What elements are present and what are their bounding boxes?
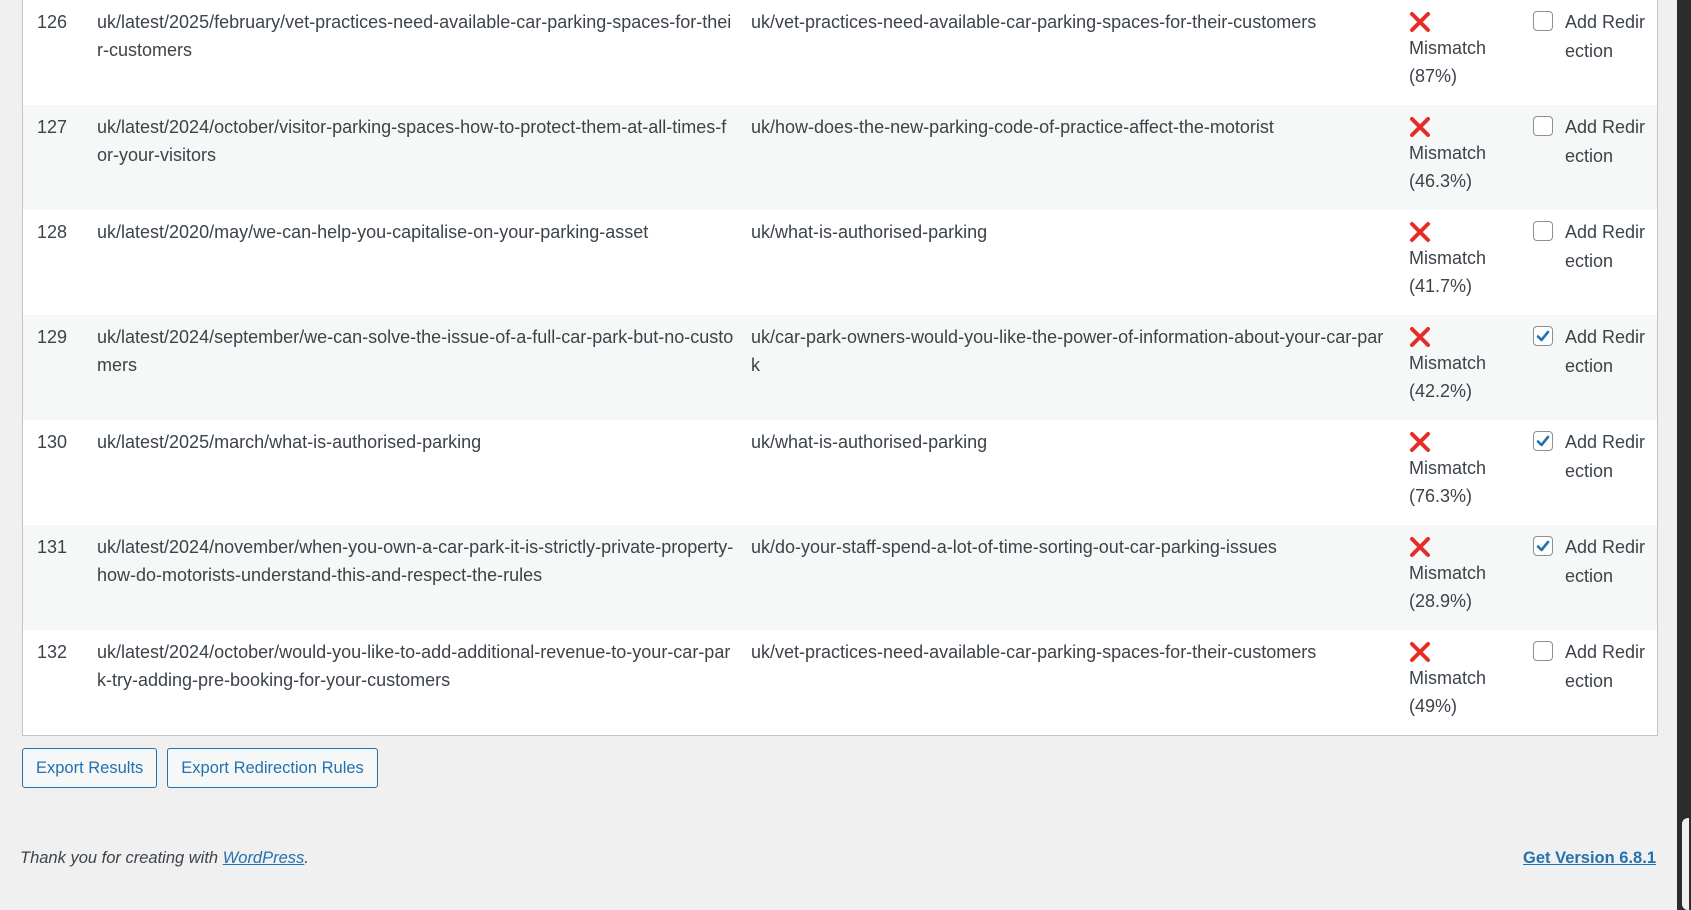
checkmark-icon [1536, 435, 1550, 447]
page: 126 uk/latest/2025/february/vet-practices… [0, 0, 1691, 910]
match-status-cell: Mismatch (46.3%) [1400, 105, 1529, 210]
footer-thank-you: Thank you for creating with WordPress. [20, 849, 309, 868]
footer-thanks-suffix: . [304, 849, 309, 867]
match-score: (76.3%) [1409, 486, 1473, 506]
redirection-action-cell: Add Redirection [1529, 630, 1657, 735]
cross-mark-icon [1410, 327, 1430, 347]
row-number: 126 [37, 12, 68, 32]
match-score: (42.2%) [1409, 381, 1473, 401]
cross-mark-icon [1410, 642, 1430, 662]
redirection-action-cell: Add Redirection [1529, 525, 1657, 630]
match-status-label: Mismatch [1409, 143, 1487, 163]
row-number: 129 [37, 327, 68, 347]
match-score: (46.3%) [1409, 171, 1473, 191]
add-redirection-label: Add Redirection [1565, 117, 1646, 166]
results-table-body: 126 uk/latest/2025/february/vet-practices… [23, 0, 1657, 735]
source-url: uk/latest/2020/may/we-can-help-you-capit… [97, 222, 649, 242]
redirection-action-cell: Add Redirection [1529, 420, 1657, 525]
row-number: 127 [37, 117, 68, 137]
add-redirection-label: Add Redirection [1565, 222, 1646, 271]
checkmark-icon [1536, 540, 1550, 552]
target-url: uk/vet-practices-need-available-car-park… [751, 642, 1317, 662]
wordpress-link[interactable]: WordPress [223, 849, 305, 867]
add-redirection-checkbox[interactable] [1533, 536, 1553, 556]
footer-thanks-prefix: Thank you for creating with [20, 849, 223, 867]
redirection-action-cell: Add Redirection [1529, 315, 1657, 420]
add-redirection-label: Add Redirection [1565, 642, 1646, 691]
add-redirection-checkbox[interactable] [1533, 641, 1553, 661]
add-redirection-label: Add Redirection [1565, 327, 1646, 376]
add-redirection-checkbox[interactable] [1533, 326, 1553, 346]
match-status-cell: Mismatch (42.2%) [1400, 315, 1529, 420]
cross-mark-icon [1410, 117, 1430, 137]
match-status-cell: Mismatch (28.9%) [1400, 525, 1529, 630]
match-status-cell: Mismatch (49%) [1400, 630, 1529, 735]
add-redirection-label: Add Redirection [1565, 537, 1646, 586]
add-redirection-checkbox[interactable] [1533, 11, 1553, 31]
match-score: (49%) [1409, 696, 1458, 716]
target-url: uk/vet-practices-need-available-car-park… [751, 12, 1317, 32]
match-status-label: Mismatch [1409, 458, 1487, 478]
source-url: uk/latest/2024/october/visitor-parking-s… [97, 117, 727, 165]
match-status-cell: Mismatch (41.7%) [1400, 210, 1529, 315]
export-buttons: Export Results Export Redirection Rules [22, 748, 388, 788]
match-status-label: Mismatch [1409, 38, 1487, 58]
table-row: 130 uk/latest/2025/march/what-is-authoris… [23, 420, 1657, 525]
scrollbar-thumb[interactable] [1682, 818, 1689, 910]
match-score: (87%) [1409, 66, 1458, 86]
export-redirection-rules-button[interactable]: Export Redirection Rules [167, 748, 378, 788]
table-row: 129 uk/latest/2024/september/we-can-solve… [23, 315, 1657, 420]
target-url: uk/do-your-staff-spend-a-lot-of-time-sor… [751, 537, 1277, 557]
row-number: 130 [37, 432, 68, 452]
redirection-action-cell: Add Redirection [1529, 105, 1657, 210]
source-url: uk/latest/2025/march/what-is-authorised-… [97, 432, 482, 452]
match-status-cell: Mismatch (87%) [1400, 0, 1529, 105]
cross-mark-icon [1410, 432, 1430, 452]
target-url: uk/what-is-authorised-parking [751, 222, 988, 242]
add-redirection-label: Add Redirection [1565, 432, 1646, 481]
cross-mark-icon [1410, 222, 1430, 242]
checkmark-icon [1536, 330, 1550, 342]
source-url: uk/latest/2024/november/when-you-own-a-c… [97, 537, 734, 585]
match-score: (41.7%) [1409, 276, 1473, 296]
match-status-label: Mismatch [1409, 668, 1487, 688]
source-url: uk/latest/2024/october/would-you-like-to… [97, 642, 731, 690]
cross-mark-icon [1410, 12, 1430, 32]
match-status-label: Mismatch [1409, 563, 1487, 583]
table-row: 127 uk/latest/2024/october/visitor-parkin… [23, 105, 1657, 210]
results-table-container: 126 uk/latest/2025/february/vet-practices… [22, 0, 1658, 736]
table-row: 132 uk/latest/2024/october/would-you-like… [23, 630, 1657, 735]
add-redirection-checkbox[interactable] [1533, 221, 1553, 241]
row-number: 131 [37, 537, 68, 557]
redirection-action-cell: Add Redirection [1529, 210, 1657, 315]
add-redirection-checkbox[interactable] [1533, 116, 1553, 136]
results-table: 126 uk/latest/2025/february/vet-practices… [23, 0, 1657, 735]
add-redirection-label: Add Redirection [1565, 12, 1646, 61]
redirection-action-cell: Add Redirection [1529, 0, 1657, 105]
match-status-label: Mismatch [1409, 248, 1487, 268]
target-url: uk/what-is-authorised-parking [751, 432, 988, 452]
cross-mark-icon [1410, 537, 1430, 557]
source-url: uk/latest/2025/february/vet-practices-ne… [97, 12, 732, 60]
get-version-link[interactable]: Get Version 6.8.1 [1523, 849, 1656, 868]
target-url: uk/car-park-owners-would-you-like-the-po… [751, 327, 1384, 375]
table-row: 131 uk/latest/2024/november/when-you-own-… [23, 525, 1657, 630]
target-url: uk/how-does-the-new-parking-code-of-prac… [751, 117, 1274, 137]
export-results-button[interactable]: Export Results [22, 748, 158, 788]
match-score: (28.9%) [1409, 591, 1473, 611]
add-redirection-checkbox[interactable] [1533, 431, 1553, 451]
match-status-label: Mismatch [1409, 353, 1487, 373]
table-row: 126 uk/latest/2025/february/vet-practices… [23, 0, 1657, 105]
match-status-cell: Mismatch (76.3%) [1400, 420, 1529, 525]
table-row: 128 uk/latest/2020/may/we-can-help-you-ca… [23, 210, 1657, 315]
scrollbar-track[interactable] [1677, 0, 1691, 910]
row-number: 132 [37, 642, 68, 662]
row-number: 128 [37, 222, 68, 242]
source-url: uk/latest/2024/september/we-can-solve-th… [97, 327, 734, 375]
